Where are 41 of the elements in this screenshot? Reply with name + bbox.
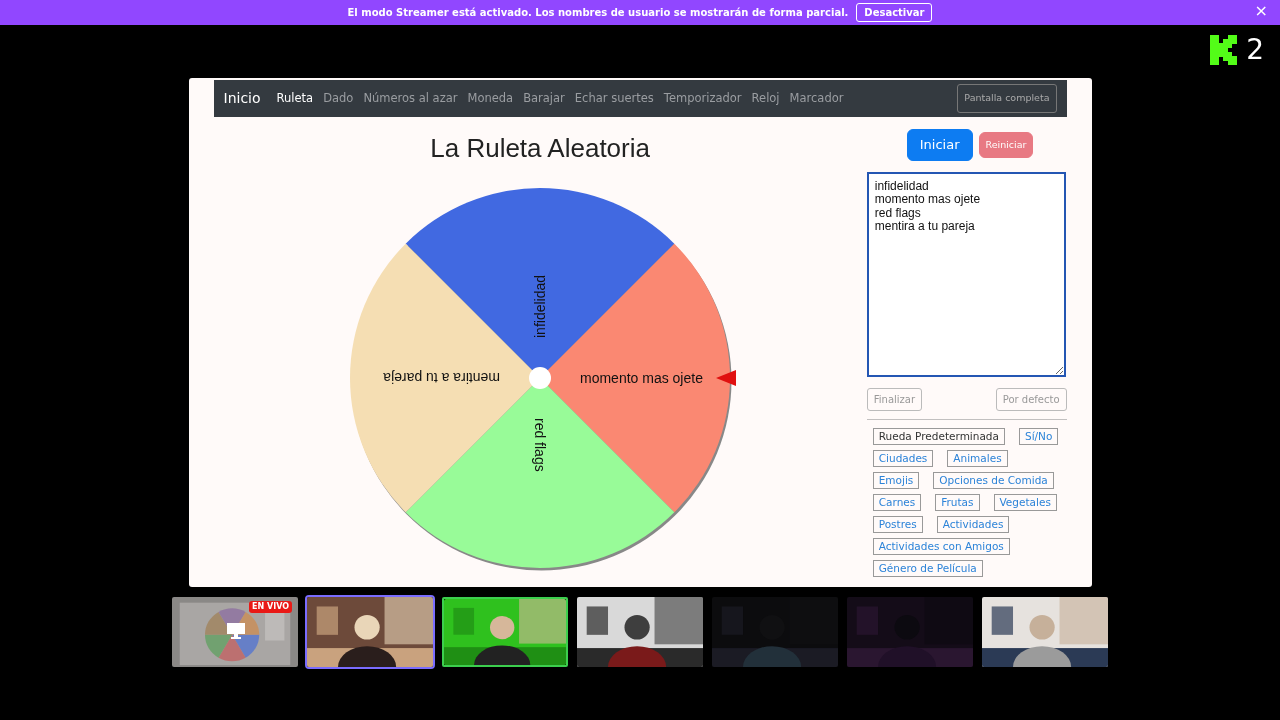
preset-button[interactable]: Actividades con Amigos: [872, 537, 1010, 555]
preset-button[interactable]: Opciones de Comida: [933, 471, 1054, 489]
preset-button[interactable]: Ciudades: [872, 449, 934, 467]
video-tile[interactable]: EN VIVO: [170, 595, 300, 669]
preset-button[interactable]: Rueda Predeterminada: [872, 427, 1005, 445]
preset-button[interactable]: Frutas: [935, 493, 980, 511]
streamer-mode-message: El modo Streamer está activado. Los nombres de usuario se mostrarán de forma parcial.: [347, 6, 849, 20]
segment-label: mentira a tu pareja: [383, 370, 501, 386]
start-button[interactable]: Iniciar: [906, 129, 973, 161]
preset-button[interactable]: Animales: [947, 449, 1008, 467]
nav-link[interactable]: Dado: [323, 89, 354, 108]
monitor-icon: [226, 622, 246, 640]
fullscreen-button[interactable]: Pantalla completa: [957, 84, 1057, 113]
preset-button[interactable]: Carnes: [872, 493, 922, 511]
logo-icon: [1210, 35, 1239, 65]
nav-link[interactable]: Números al azar: [363, 89, 458, 108]
deactivate-button[interactable]: Desactivar: [856, 3, 933, 22]
preset-button[interactable]: Vegetales: [993, 493, 1057, 511]
preset-button[interactable]: Emojis: [872, 471, 920, 489]
entries-field[interactable]: infidelidad momento mas ojete red flags mentira a tu pareja: [866, 171, 1066, 377]
brand-link[interactable]: Inicio: [223, 88, 261, 109]
close-button[interactable]: ×: [1254, 3, 1268, 19]
nav-link[interactable]: Temporizador: [663, 89, 742, 108]
nav-link[interactable]: Ruleta: [276, 89, 314, 108]
nav-link[interactable]: Marcador: [789, 89, 844, 108]
preset-button[interactable]: Género de Película: [872, 559, 983, 577]
nav-link[interactable]: Reloj: [751, 89, 780, 108]
wheel-hub: [529, 367, 552, 389]
page-title: La Ruleta Aleatoria: [430, 132, 650, 165]
segment-label: infidelidad: [532, 274, 549, 338]
live-badge: EN VIVO: [249, 601, 292, 613]
viewer-count: 2: [1246, 36, 1264, 64]
segment-label: red flags: [532, 418, 549, 472]
pointer-icon: [716, 370, 737, 386]
preset-button[interactable]: Postres: [872, 515, 923, 533]
preset-button[interactable]: Actividades: [936, 515, 1010, 533]
nav-link[interactable]: Barajar: [523, 89, 565, 108]
segment-label: momento mas ojete: [580, 370, 704, 386]
nav-link[interactable]: Moneda: [467, 89, 514, 108]
nav-link[interactable]: Echar suertes: [574, 89, 654, 108]
preset-button[interactable]: Sí/No: [1019, 427, 1059, 445]
